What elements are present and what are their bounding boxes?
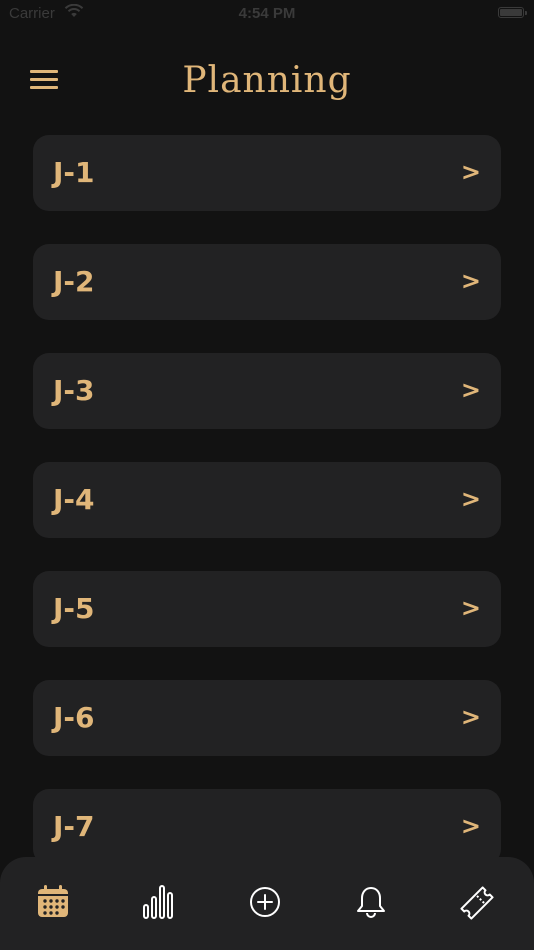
tab-tickets[interactable] (424, 857, 530, 950)
list-item-label: J-4 (53, 483, 95, 516)
tab-add[interactable] (212, 857, 318, 950)
list-item-j-5[interactable]: J-5 > (33, 571, 501, 647)
list-item-label: J-2 (53, 265, 95, 298)
list-item-j-3[interactable]: J-3 > (33, 353, 501, 429)
list-item-label: J-7 (53, 810, 95, 843)
battery-icon (498, 7, 527, 18)
chevron-right-icon: > (460, 158, 481, 186)
list-item-j-6[interactable]: J-6 > (33, 680, 501, 756)
list-item-j-4[interactable]: J-4 > (33, 462, 501, 538)
tab-calendar[interactable] (0, 857, 106, 950)
bottom-tab-bar (0, 857, 534, 950)
chevron-right-icon: > (460, 376, 481, 404)
list-item-label: J-1 (53, 156, 95, 189)
tab-notifications[interactable] (318, 857, 424, 950)
list-item-label: J-6 (53, 701, 95, 734)
status-time: 4:54 PM (238, 5, 296, 22)
chevron-right-icon: > (460, 594, 481, 622)
list-item-label: J-5 (53, 592, 95, 625)
chevron-right-icon: > (460, 267, 481, 295)
add-circle-icon (250, 887, 280, 917)
list-item-j-1[interactable]: J-1 > (33, 135, 501, 211)
chevron-right-icon: > (460, 812, 481, 840)
bell-icon (357, 887, 385, 918)
chevron-right-icon: > (460, 703, 481, 731)
chevron-right-icon: > (460, 485, 481, 513)
list-item-j-2[interactable]: J-2 > (33, 244, 501, 320)
list-item-label: J-3 (53, 374, 95, 407)
status-bar: Carrier 4:54 PM (0, 0, 534, 28)
ticket-icon (460, 886, 494, 920)
list-item-j-7[interactable]: J-7 > (33, 789, 501, 865)
page-title: Planning (182, 60, 352, 101)
tab-statistics[interactable] (106, 857, 212, 950)
bar-chart-icon (143, 885, 173, 919)
calendar-icon (38, 885, 68, 917)
